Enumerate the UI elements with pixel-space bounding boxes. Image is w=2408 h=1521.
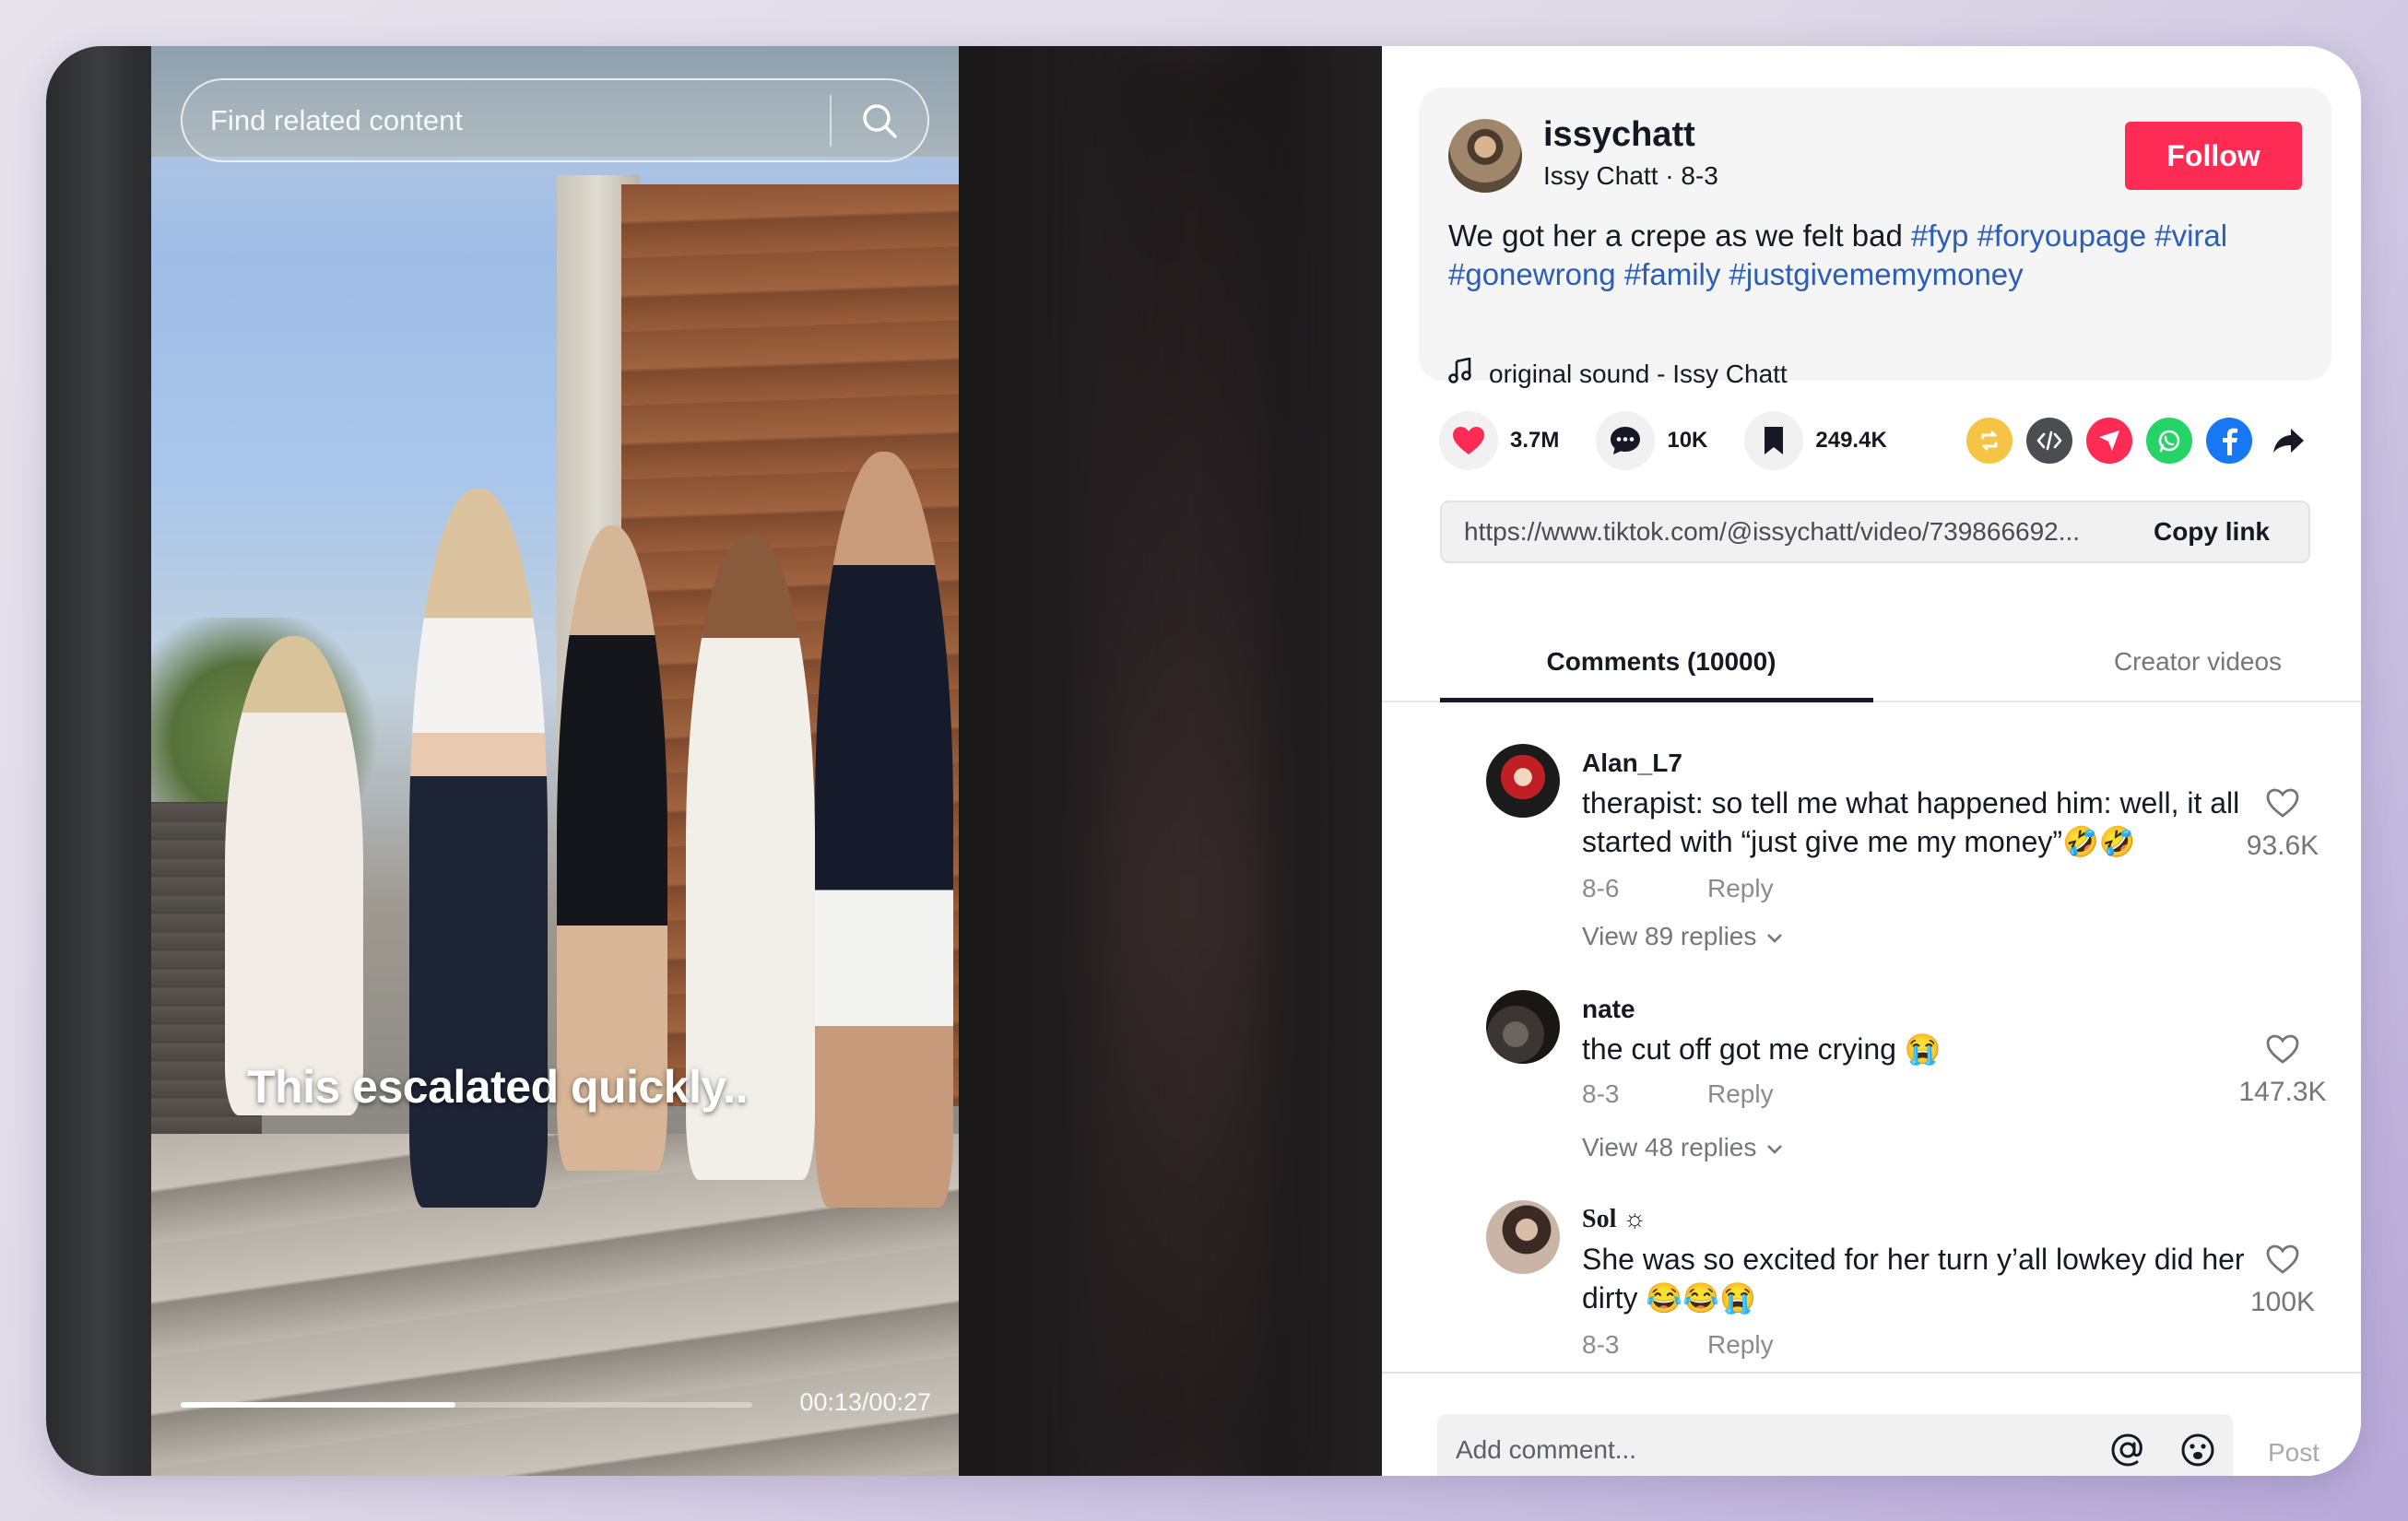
video-player[interactable]: This escalated quickly.. Find related co… [151, 46, 959, 1476]
view-replies-button[interactable]: View 48 replies [1582, 1133, 1784, 1162]
like-count: 3.7M [1510, 428, 1560, 453]
video-caption: This escalated quickly.. [247, 1061, 748, 1113]
video-blur-background [959, 46, 1382, 1476]
comment-composer: Add comment... Post [1382, 1372, 2361, 1476]
related-search-bar[interactable]: Find related content [181, 78, 929, 162]
video-progress-fill [181, 1402, 455, 1408]
video-info-card: issychatt Issy Chatt · 8-3 Follow We got… [1419, 88, 2331, 388]
share-link-box: https://www.tiktok.com/@issychatt/video/… [1440, 501, 2310, 563]
comment-like[interactable]: 100K [2232, 1244, 2333, 1318]
commenter-name[interactable]: Sol ☼ [1582, 1205, 1647, 1234]
save-count: 249.4K [1815, 428, 1887, 453]
hashtag-link[interactable]: #viral [2154, 218, 2227, 253]
comment-like-count: 100K [2249, 1287, 2316, 1317]
comment-list[interactable]: Alan_L7 therapist: so tell me what happe… [1382, 702, 2361, 1372]
embed-icon[interactable] [2026, 418, 2072, 464]
comment-input-placeholder[interactable]: Add comment... [1456, 1435, 2093, 1465]
chevron-down-icon [1765, 922, 1784, 951]
comment-date: 8-6 [1582, 874, 1620, 902]
chevron-down-icon [1765, 1133, 1784, 1162]
reply-button[interactable]: Reply [1707, 1330, 1774, 1360]
commenter-avatar[interactable] [1486, 990, 1560, 1064]
post-button[interactable]: Post [2268, 1438, 2319, 1468]
heart-icon[interactable] [1439, 411, 1498, 470]
search-icon[interactable] [832, 78, 927, 162]
video-progress-bar[interactable] [181, 1402, 752, 1408]
hashtag-link[interactable]: #family [1624, 257, 1721, 291]
comment-like-count: 147.3K [2238, 1077, 2327, 1107]
music-link[interactable]: original sound - Issy Chatt [1448, 357, 1788, 390]
comment-text: the cut off got me crying 😭 [1582, 1032, 1942, 1066]
music-title: original sound - Issy Chatt [1489, 359, 1788, 388]
comment-date: 8-3 [1582, 1079, 1620, 1108]
heart-outline-icon[interactable] [2265, 788, 2300, 822]
search-input[interactable]: Find related content [210, 104, 830, 137]
like-action[interactable]: 3.7M [1439, 411, 1559, 470]
share-arrow-icon[interactable] [2266, 418, 2312, 464]
comment-date: 8-3 [1582, 1330, 1620, 1359]
video-url[interactable]: https://www.tiktok.com/@issychatt/video/… [1464, 517, 2115, 547]
comment-action[interactable]: 10K [1596, 411, 1707, 470]
follow-button[interactable]: Follow [2125, 122, 2302, 190]
creator-subline: Issy Chatt · 8-3 [1543, 161, 1718, 190]
music-note-icon [1448, 357, 1472, 390]
mention-icon[interactable] [2093, 1414, 2163, 1476]
details-panel: issychatt Issy Chatt · 8-3 Follow We got… [1382, 46, 2361, 1476]
action-bar: 3.7M 10K 249.4K [1439, 410, 2315, 471]
commenter-name[interactable]: Alan_L7 [1582, 749, 1682, 778]
emoji-icon[interactable] [2163, 1414, 2233, 1476]
video-description: We got her a crepe as we felt bad #fyp #… [1448, 217, 2306, 294]
view-replies-button[interactable]: View 89 replies [1582, 922, 1784, 951]
repost-icon[interactable] [1966, 418, 2013, 464]
copy-link-button[interactable]: Copy link [2115, 517, 2308, 547]
comment-like[interactable]: 147.3K [2232, 1033, 2333, 1108]
description-text: We got her a crepe as we felt bad [1448, 218, 1912, 253]
tab-creator-videos[interactable]: Creator videos [2027, 647, 2361, 677]
comment-like-count: 93.6K [2246, 831, 2319, 861]
panel-tabs: Comments (10000) Creator videos [1382, 623, 2361, 702]
whatsapp-icon[interactable] [2146, 418, 2192, 464]
heart-outline-icon[interactable] [2265, 1244, 2300, 1279]
creator-avatar[interactable] [1448, 119, 1522, 193]
comment-count: 10K [1667, 428, 1708, 453]
facebook-icon[interactable] [2206, 418, 2252, 464]
creator-username[interactable]: issychatt [1543, 115, 1695, 155]
hashtag-link[interactable]: #gonewrong [1448, 257, 1616, 291]
app-window: This escalated quickly.. Find related co… [46, 46, 2361, 1476]
commenter-name[interactable]: nate [1582, 995, 1635, 1024]
hashtag-link[interactable]: #foryoupage [1977, 218, 2146, 253]
comment-input[interactable]: Add comment... [1437, 1414, 2233, 1476]
commenter-avatar[interactable] [1486, 1200, 1560, 1274]
video-person [225, 636, 363, 1115]
save-action[interactable]: 249.4K [1744, 411, 1887, 470]
hashtag-link[interactable]: #fyp [1911, 218, 1968, 253]
tab-comments[interactable]: Comments (10000) [1445, 647, 1878, 677]
comment-like[interactable]: 93.6K [2232, 787, 2333, 862]
comment-bubble-icon[interactable] [1596, 411, 1656, 470]
send-icon[interactable] [2086, 418, 2132, 464]
comment-text: She was so excited for her turn y’all lo… [1582, 1243, 2245, 1315]
bookmark-icon[interactable] [1744, 411, 1804, 470]
view-replies-label: View 48 replies [1582, 1133, 1757, 1161]
hashtag-link[interactable]: #justgivememymoney [1729, 257, 2024, 291]
video-person [815, 452, 953, 1208]
heart-outline-icon[interactable] [2265, 1034, 2300, 1068]
video-time: 00:13/00:27 [799, 1388, 931, 1416]
comment-text: therapist: so tell me what happened him:… [1582, 786, 2240, 858]
video-pane: This escalated quickly.. Find related co… [46, 46, 1382, 1476]
share-buttons [1966, 418, 2312, 464]
reply-button[interactable]: Reply [1707, 874, 1774, 903]
reply-button[interactable]: Reply [1707, 1079, 1774, 1109]
view-replies-label: View 89 replies [1582, 922, 1757, 950]
commenter-avatar[interactable] [1486, 744, 1560, 818]
